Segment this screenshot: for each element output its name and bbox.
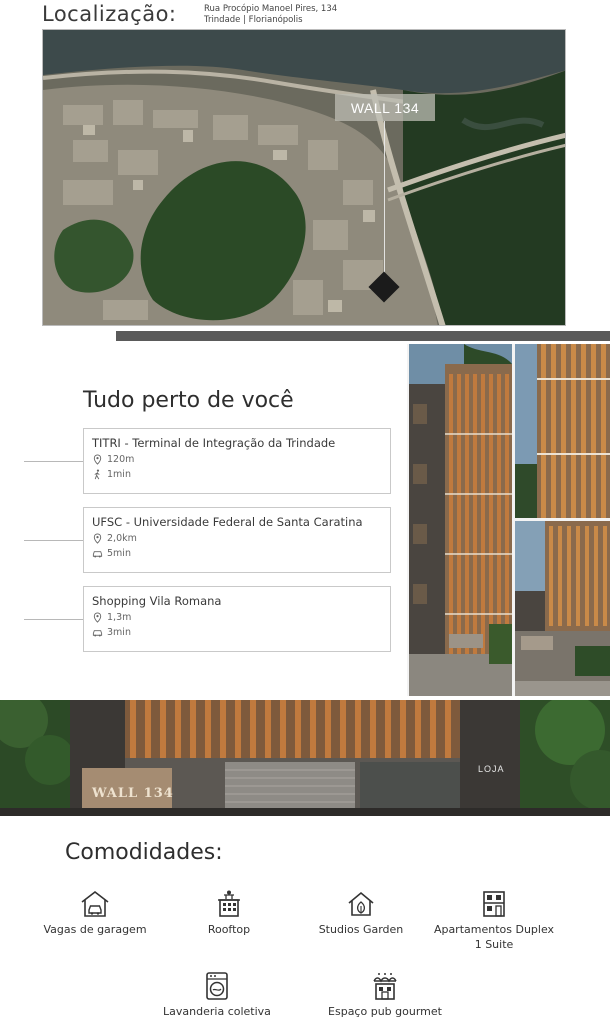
amenity-label: Apartamentos Duplex 1 Suite xyxy=(433,923,555,951)
street-view-banner: WALL 134 LOJA xyxy=(0,700,610,816)
amenity-laundry: Lavanderia coletiva xyxy=(152,971,282,1019)
amenities-title: Comodidades: xyxy=(65,840,223,865)
nearby-card-ufsc: UFSC - Universidade Federal de Santa Car… xyxy=(83,507,391,573)
amenity-label: Espaço pub gourmet xyxy=(328,1005,442,1018)
amenity-studios-garden: Studios Garden xyxy=(296,889,426,937)
connector-line xyxy=(24,540,83,541)
nearby-card-titri: TITRI - Terminal de Integração da Trinda… xyxy=(83,428,391,494)
building-render-image xyxy=(515,521,610,696)
map-marker-line xyxy=(384,121,385,281)
time-value: 5min xyxy=(107,548,131,559)
place-name: Shopping Vila Romana xyxy=(92,594,222,608)
distance-row: 2,0km xyxy=(92,533,382,544)
time-row: 5min xyxy=(92,548,382,559)
divider-bar xyxy=(116,331,610,341)
amenity-garage: Vagas de garagem xyxy=(30,889,160,937)
amenity-label: Vagas de garagem xyxy=(43,923,147,936)
place-name: UFSC - Universidade Federal de Santa Car… xyxy=(92,515,363,529)
time-value: 3min xyxy=(107,627,131,638)
rooftop-icon xyxy=(218,890,240,917)
walk-icon xyxy=(94,469,100,480)
amenity-rooftop: Rooftop xyxy=(164,889,294,937)
address-line-1: Rua Procópio Manoel Pires, 134 xyxy=(204,4,338,14)
address: Rua Procópio Manoel Pires, 134 Trindade … xyxy=(204,4,337,26)
pub-icon xyxy=(373,973,397,1000)
distance-row: 120m xyxy=(92,454,382,465)
connector-line xyxy=(24,619,83,620)
map-marker-label: WALL 134 xyxy=(335,94,435,121)
connector-line xyxy=(24,461,83,462)
garage-icon xyxy=(81,890,109,917)
time-row: 1min xyxy=(92,469,382,480)
building-render-image xyxy=(409,344,512,696)
amenity-label: Studios Garden xyxy=(318,923,404,936)
car-icon xyxy=(92,630,103,637)
building-render-detail-bottom xyxy=(515,521,610,696)
building-render-main xyxy=(409,344,512,696)
shop-sign: LOJA xyxy=(478,764,505,774)
duplex-icon xyxy=(483,891,505,917)
distance-value: 120m xyxy=(107,454,135,465)
location-title: Localização: xyxy=(42,2,177,26)
time-value: 1min xyxy=(107,469,131,480)
amenity-label: Rooftop xyxy=(207,923,251,936)
address-line-2: Trindade | Florianópolis xyxy=(204,15,303,25)
facade-sign: WALL 134 xyxy=(92,786,174,801)
garden-house-icon xyxy=(348,891,374,916)
nearby-card-shopping: Shopping Vila Romana 1,3m 3min xyxy=(83,586,391,652)
place-name: TITRI - Terminal de Integração da Trinda… xyxy=(92,436,336,450)
building-render-detail-top xyxy=(515,344,610,518)
car-icon xyxy=(92,551,103,558)
aerial-map[interactable]: WALL 134 xyxy=(42,29,566,326)
time-row: 3min xyxy=(92,627,382,638)
location-pin-icon xyxy=(93,454,102,465)
distance-value: 2,0km xyxy=(107,533,137,544)
amenity-duplex: Apartamentos Duplex 1 Suite xyxy=(429,889,559,952)
location-pin-icon xyxy=(93,533,102,544)
distance-row: 1,3m xyxy=(92,612,382,623)
nearby-title: Tudo perto de você xyxy=(83,388,294,413)
building-render-image xyxy=(515,344,610,518)
location-pin-icon xyxy=(93,612,102,623)
aerial-photo xyxy=(43,30,565,325)
distance-value: 1,3m xyxy=(107,612,132,623)
amenity-label: Lavanderia coletiva xyxy=(163,1005,271,1018)
amenity-pub-gourmet: Espaço pub gourmet xyxy=(320,971,450,1019)
washing-machine-icon xyxy=(206,972,228,1000)
